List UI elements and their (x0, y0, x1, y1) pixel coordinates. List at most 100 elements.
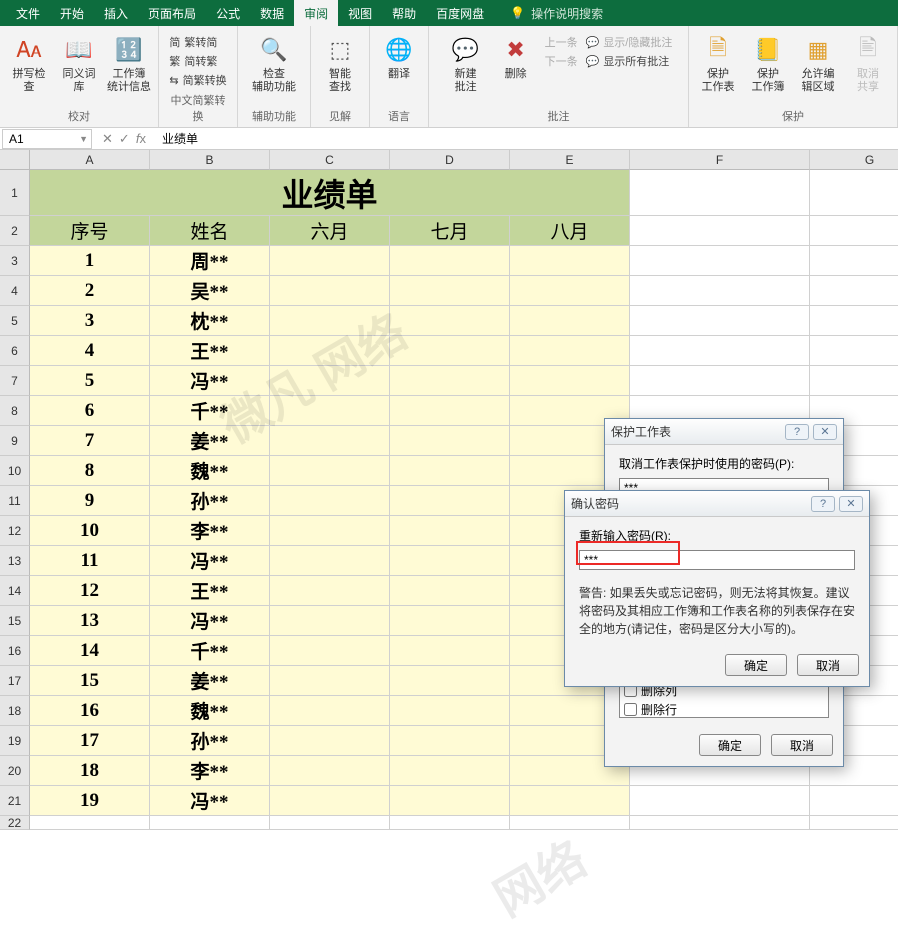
close-icon[interactable]: ✕ (839, 496, 863, 512)
cell[interactable]: 14 (30, 636, 150, 666)
workbook-stats-button[interactable]: 🔢工作簿 统计信息 (108, 30, 150, 94)
cell[interactable] (390, 756, 510, 786)
trad-to-simp-button[interactable]: 简繁转简 (169, 34, 226, 50)
cell[interactable]: 冯** (150, 366, 270, 396)
ok-button[interactable]: 确定 (725, 654, 787, 676)
row-header[interactable]: 12 (0, 516, 30, 546)
cell[interactable]: 周** (150, 246, 270, 276)
row-header[interactable]: 10 (0, 456, 30, 486)
cell[interactable]: 10 (30, 516, 150, 546)
tell-me-search[interactable]: 💡 操作说明搜索 (510, 0, 603, 26)
cell[interactable] (810, 306, 898, 336)
cell[interactable]: 七月 (390, 216, 510, 246)
cancel-formula-icon[interactable]: ✕ (102, 131, 113, 147)
cancel-button[interactable]: 取消 (797, 654, 859, 676)
cell[interactable]: 2 (30, 276, 150, 306)
cell[interactable] (390, 486, 510, 516)
cell[interactable] (390, 276, 510, 306)
select-all-corner[interactable] (0, 150, 30, 170)
cell[interactable]: 12 (30, 576, 150, 606)
cell[interactable] (270, 666, 390, 696)
protect-sheet-button[interactable]: 🗎保护 工作表 (697, 30, 739, 94)
cell[interactable] (510, 246, 630, 276)
cell[interactable] (270, 606, 390, 636)
new-comment-button[interactable]: 💬新建 批注 (445, 30, 487, 94)
menu-tab-百度网盘[interactable]: 百度网盘 (426, 0, 494, 26)
cell[interactable] (810, 816, 898, 830)
cell[interactable] (390, 576, 510, 606)
row-header[interactable]: 13 (0, 546, 30, 576)
simp-to-trad-button[interactable]: 繁简转繁 (169, 53, 226, 69)
cell[interactable]: 八月 (510, 216, 630, 246)
row-header[interactable]: 16 (0, 636, 30, 666)
help-icon[interactable]: ? (785, 424, 809, 440)
cell[interactable] (510, 366, 630, 396)
cell[interactable]: 1 (30, 246, 150, 276)
col-header[interactable]: G (810, 150, 898, 170)
menu-tab-数据[interactable]: 数据 (250, 0, 294, 26)
cell[interactable]: 孙** (150, 726, 270, 756)
cell[interactable] (270, 306, 390, 336)
cell[interactable]: 7 (30, 426, 150, 456)
col-header[interactable]: D (390, 150, 510, 170)
name-box[interactable]: A1 ▼ (2, 129, 92, 149)
row-header[interactable]: 7 (0, 366, 30, 396)
cell[interactable] (390, 816, 510, 830)
cell[interactable]: 16 (30, 696, 150, 726)
cell[interactable] (270, 816, 390, 830)
cell[interactable]: 6 (30, 396, 150, 426)
cell[interactable]: 4 (30, 336, 150, 366)
cell[interactable] (270, 636, 390, 666)
menu-tab-公式[interactable]: 公式 (206, 0, 250, 26)
row-header[interactable]: 2 (0, 216, 30, 246)
cell[interactable]: 千** (150, 636, 270, 666)
accessibility-check-button[interactable]: 🔍检查 辅助功能 (246, 30, 302, 94)
cell[interactable]: 李** (150, 756, 270, 786)
cell[interactable]: 19 (30, 786, 150, 816)
row-header[interactable]: 17 (0, 666, 30, 696)
cell[interactable] (630, 216, 810, 246)
cell[interactable] (810, 246, 898, 276)
row-header[interactable]: 15 (0, 606, 30, 636)
cell[interactable] (270, 426, 390, 456)
cell[interactable] (510, 816, 630, 830)
cell[interactable] (270, 336, 390, 366)
next-comment-button[interactable]: 下一条 (545, 53, 578, 69)
cell[interactable] (270, 456, 390, 486)
col-header[interactable]: F (630, 150, 810, 170)
cell[interactable] (630, 816, 810, 830)
row-header[interactable]: 6 (0, 336, 30, 366)
cell[interactable]: 魏** (150, 456, 270, 486)
row-header[interactable]: 18 (0, 696, 30, 726)
cell[interactable]: 17 (30, 726, 150, 756)
menu-tab-帮助[interactable]: 帮助 (382, 0, 426, 26)
row-header[interactable]: 1 (0, 170, 30, 216)
cell[interactable] (270, 756, 390, 786)
menu-tab-文件[interactable]: 文件 (6, 0, 50, 26)
spellcheck-button[interactable]: 🗛拼写检查 (8, 30, 50, 94)
cell[interactable]: 李** (150, 516, 270, 546)
row-header[interactable]: 19 (0, 726, 30, 756)
ok-button[interactable]: 确定 (699, 734, 761, 756)
cell[interactable]: 8 (30, 456, 150, 486)
cell[interactable] (810, 276, 898, 306)
formula-input[interactable]: 业绩单 (156, 130, 898, 147)
delete-rows-checkbox[interactable] (624, 703, 637, 716)
cell[interactable] (390, 426, 510, 456)
cell[interactable] (810, 366, 898, 396)
cell[interactable] (510, 276, 630, 306)
cell[interactable] (270, 396, 390, 426)
cell[interactable]: 王** (150, 336, 270, 366)
col-header[interactable]: B (150, 150, 270, 170)
cell[interactable]: 15 (30, 666, 150, 696)
cell[interactable] (390, 336, 510, 366)
row-header[interactable]: 22 (0, 816, 30, 830)
col-header[interactable]: A (30, 150, 150, 170)
cell[interactable] (630, 306, 810, 336)
cell[interactable]: 六月 (270, 216, 390, 246)
cell[interactable] (270, 786, 390, 816)
protect-workbook-button[interactable]: 📒保护 工作簿 (747, 30, 789, 94)
col-header[interactable]: C (270, 150, 390, 170)
delete-comment-button[interactable]: ✖删除 (495, 30, 537, 81)
cell[interactable]: 11 (30, 546, 150, 576)
